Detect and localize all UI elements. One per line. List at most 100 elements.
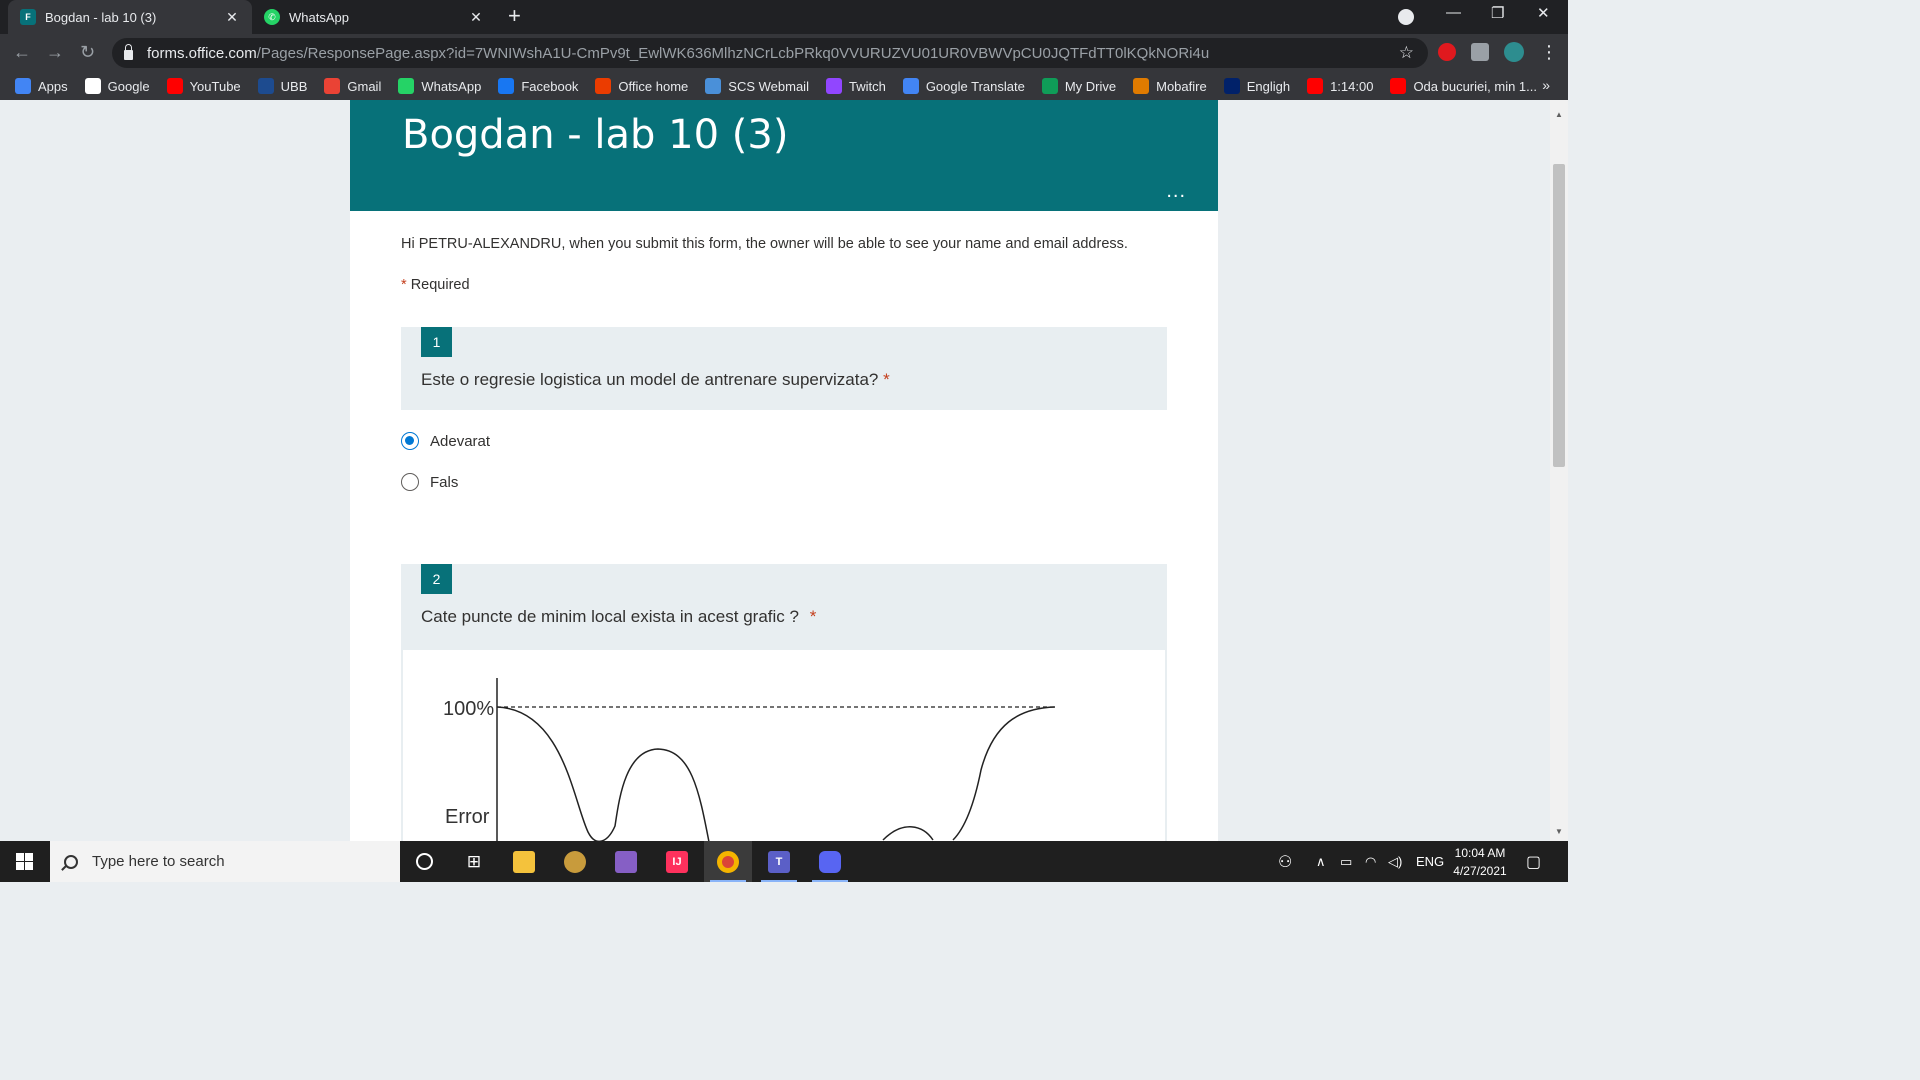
- address-bar[interactable]: forms.office.com /Pages/ResponsePage.asp…: [112, 38, 1428, 68]
- tab-search-icon[interactable]: [1398, 9, 1414, 25]
- graph-label-top: 100%: [443, 698, 494, 720]
- close-window-icon[interactable]: ✕: [1537, 4, 1550, 22]
- more-options-icon[interactable]: ...: [1166, 180, 1186, 203]
- bookmark-item[interactable]: Google Translate: [902, 78, 1025, 94]
- league-client-icon[interactable]: [551, 841, 599, 882]
- lock-icon: [124, 44, 133, 60]
- search-icon: [64, 854, 78, 869]
- bookmark-item[interactable]: Gmail: [324, 78, 381, 94]
- visual-studio-icon[interactable]: [602, 841, 650, 882]
- teams-icon[interactable]: T: [755, 841, 803, 882]
- cortana-icon[interactable]: [400, 841, 448, 882]
- bookmarks-overflow-icon[interactable]: »: [1542, 77, 1550, 93]
- bookmark-item[interactable]: Twitch: [825, 78, 886, 94]
- uk-flag-icon: [1223, 78, 1240, 94]
- notifications-icon[interactable]: ▢: [1526, 841, 1541, 882]
- bookmark-item[interactable]: Mobafire: [1133, 78, 1207, 94]
- extensions-puzzle-icon[interactable]: [1471, 43, 1489, 61]
- back-icon[interactable]: ←: [13, 42, 31, 62]
- task-view-icon[interactable]: ⊞: [450, 841, 498, 882]
- bookmark-label: Twitch: [848, 78, 886, 94]
- question-number: 2: [421, 564, 452, 594]
- radio-unselected[interactable]: [401, 473, 419, 491]
- required-note: * Required: [401, 277, 470, 293]
- option-fals[interactable]: Fals: [401, 473, 458, 491]
- graph-curve-mid: [882, 826, 934, 841]
- bookmark-star-icon[interactable]: ☆: [1399, 43, 1414, 63]
- scroll-up-icon[interactable]: ▲: [1555, 110, 1563, 119]
- scroll-down-icon[interactable]: ▼: [1555, 827, 1563, 836]
- mobafire-icon: [1133, 78, 1150, 94]
- page-content: Bogdan - lab 10 (3) ... Hi PETRU-ALEXAND…: [0, 100, 1550, 841]
- bookmark-item[interactable]: 1:14:00: [1307, 78, 1373, 94]
- form-header: Bogdan - lab 10 (3) ...: [350, 100, 1218, 211]
- bookmark-item[interactable]: Apps: [15, 78, 68, 94]
- battery-icon[interactable]: ▭: [1340, 841, 1352, 882]
- option-adevarat[interactable]: Adevarat: [401, 432, 490, 450]
- intellij-icon[interactable]: IJ: [653, 841, 701, 882]
- adblock-extension-icon[interactable]: [1438, 43, 1456, 61]
- drive-icon: [1041, 78, 1058, 94]
- translate-icon: [902, 78, 919, 94]
- bookmark-label: Oda bucuriei, min 1...: [1413, 78, 1537, 94]
- wifi-icon[interactable]: ◠: [1365, 841, 1376, 882]
- graph-curve-left: [496, 706, 710, 841]
- browser-toolbar: ← → ↻ forms.office.com /Pages/ResponsePa…: [0, 34, 1568, 72]
- volume-icon[interactable]: ◁): [1388, 841, 1402, 882]
- graph-curve-right: [952, 706, 1056, 841]
- identity-notice: Hi PETRU-ALEXANDRU, when you submit this…: [401, 236, 1128, 252]
- required-asterisk: *: [401, 277, 407, 293]
- windows-start-icon[interactable]: [16, 853, 33, 870]
- close-icon[interactable]: ✕: [224, 9, 240, 26]
- bookmark-label: SCS Webmail: [728, 78, 809, 94]
- bookmark-item[interactable]: Office home: [595, 78, 688, 94]
- taskbar-search-box[interactable]: Type here to search: [50, 841, 400, 882]
- new-tab-button[interactable]: +: [508, 5, 521, 27]
- taskbar-clock[interactable]: 10:04 AM 4/27/2021: [1440, 844, 1520, 880]
- reload-icon[interactable]: ↻: [80, 42, 95, 62]
- bookmark-label: WhatsApp: [421, 78, 482, 94]
- people-icon[interactable]: ⚇: [1278, 841, 1292, 882]
- menu-kebab-icon[interactable]: ⋮: [1540, 42, 1558, 62]
- tab-forms[interactable]: F Bogdan - lab 10 (3) ✕: [8, 0, 252, 34]
- chrome-icon[interactable]: [704, 841, 752, 882]
- bookmark-item[interactable]: Facebook: [498, 78, 578, 94]
- bookmark-label: Gmail: [347, 78, 382, 94]
- bookmark-item[interactable]: Google: [84, 78, 150, 94]
- facebook-icon: [498, 78, 515, 94]
- bookmark-label: Office home: [618, 78, 689, 94]
- restore-icon[interactable]: ❐: [1491, 4, 1504, 22]
- bookmark-item[interactable]: UBB: [257, 78, 307, 94]
- form-card: Bogdan - lab 10 (3) ... Hi PETRU-ALEXAND…: [350, 100, 1218, 841]
- bookmark-item[interactable]: Oda bucuriei, min 1...: [1390, 78, 1537, 94]
- file-explorer-icon[interactable]: [500, 841, 548, 882]
- question-number: 1: [421, 327, 452, 357]
- page-scrollbar[interactable]: ▲ ▼: [1550, 100, 1568, 841]
- bookmark-label: My Drive: [1064, 78, 1117, 94]
- webmail-icon: [705, 78, 722, 94]
- bookmark-item[interactable]: YouTube: [166, 78, 241, 94]
- tab-whatsapp[interactable]: ✆ WhatsApp ✕: [252, 0, 496, 34]
- profile-avatar[interactable]: [1504, 42, 1524, 62]
- minimize-icon[interactable]: —: [1446, 4, 1461, 21]
- bookmark-label: Engligh: [1246, 78, 1291, 94]
- bookmark-item[interactable]: My Drive: [1041, 78, 1117, 94]
- question-1: 1 Este o regresie logistica un model de …: [401, 327, 1167, 410]
- radio-selected[interactable]: [401, 432, 419, 450]
- scroll-thumb[interactable]: [1553, 164, 1565, 467]
- youtube-icon: [1390, 78, 1407, 94]
- error-curve-graph: 100% Error: [443, 678, 1056, 841]
- tray-chevron-icon[interactable]: ∧: [1316, 841, 1326, 882]
- option-label: Fals: [430, 473, 459, 491]
- close-icon[interactable]: ✕: [468, 9, 484, 26]
- graph-label-axis: Error: [445, 806, 490, 828]
- forms-icon: F: [20, 9, 36, 25]
- form-title: Bogdan - lab 10 (3): [402, 112, 789, 158]
- bookmark-item[interactable]: Engligh: [1223, 78, 1291, 94]
- windows-taskbar: Type here to search ⊞ IJ T ⚇ ∧ ▭ ◠ ◁) EN…: [0, 841, 1568, 882]
- bookmark-item[interactable]: SCS Webmail: [705, 78, 809, 94]
- forward-icon[interactable]: →: [46, 42, 64, 62]
- bookmark-label: Google Translate: [925, 78, 1025, 94]
- discord-icon[interactable]: [806, 841, 854, 882]
- bookmark-item[interactable]: WhatsApp: [398, 78, 481, 94]
